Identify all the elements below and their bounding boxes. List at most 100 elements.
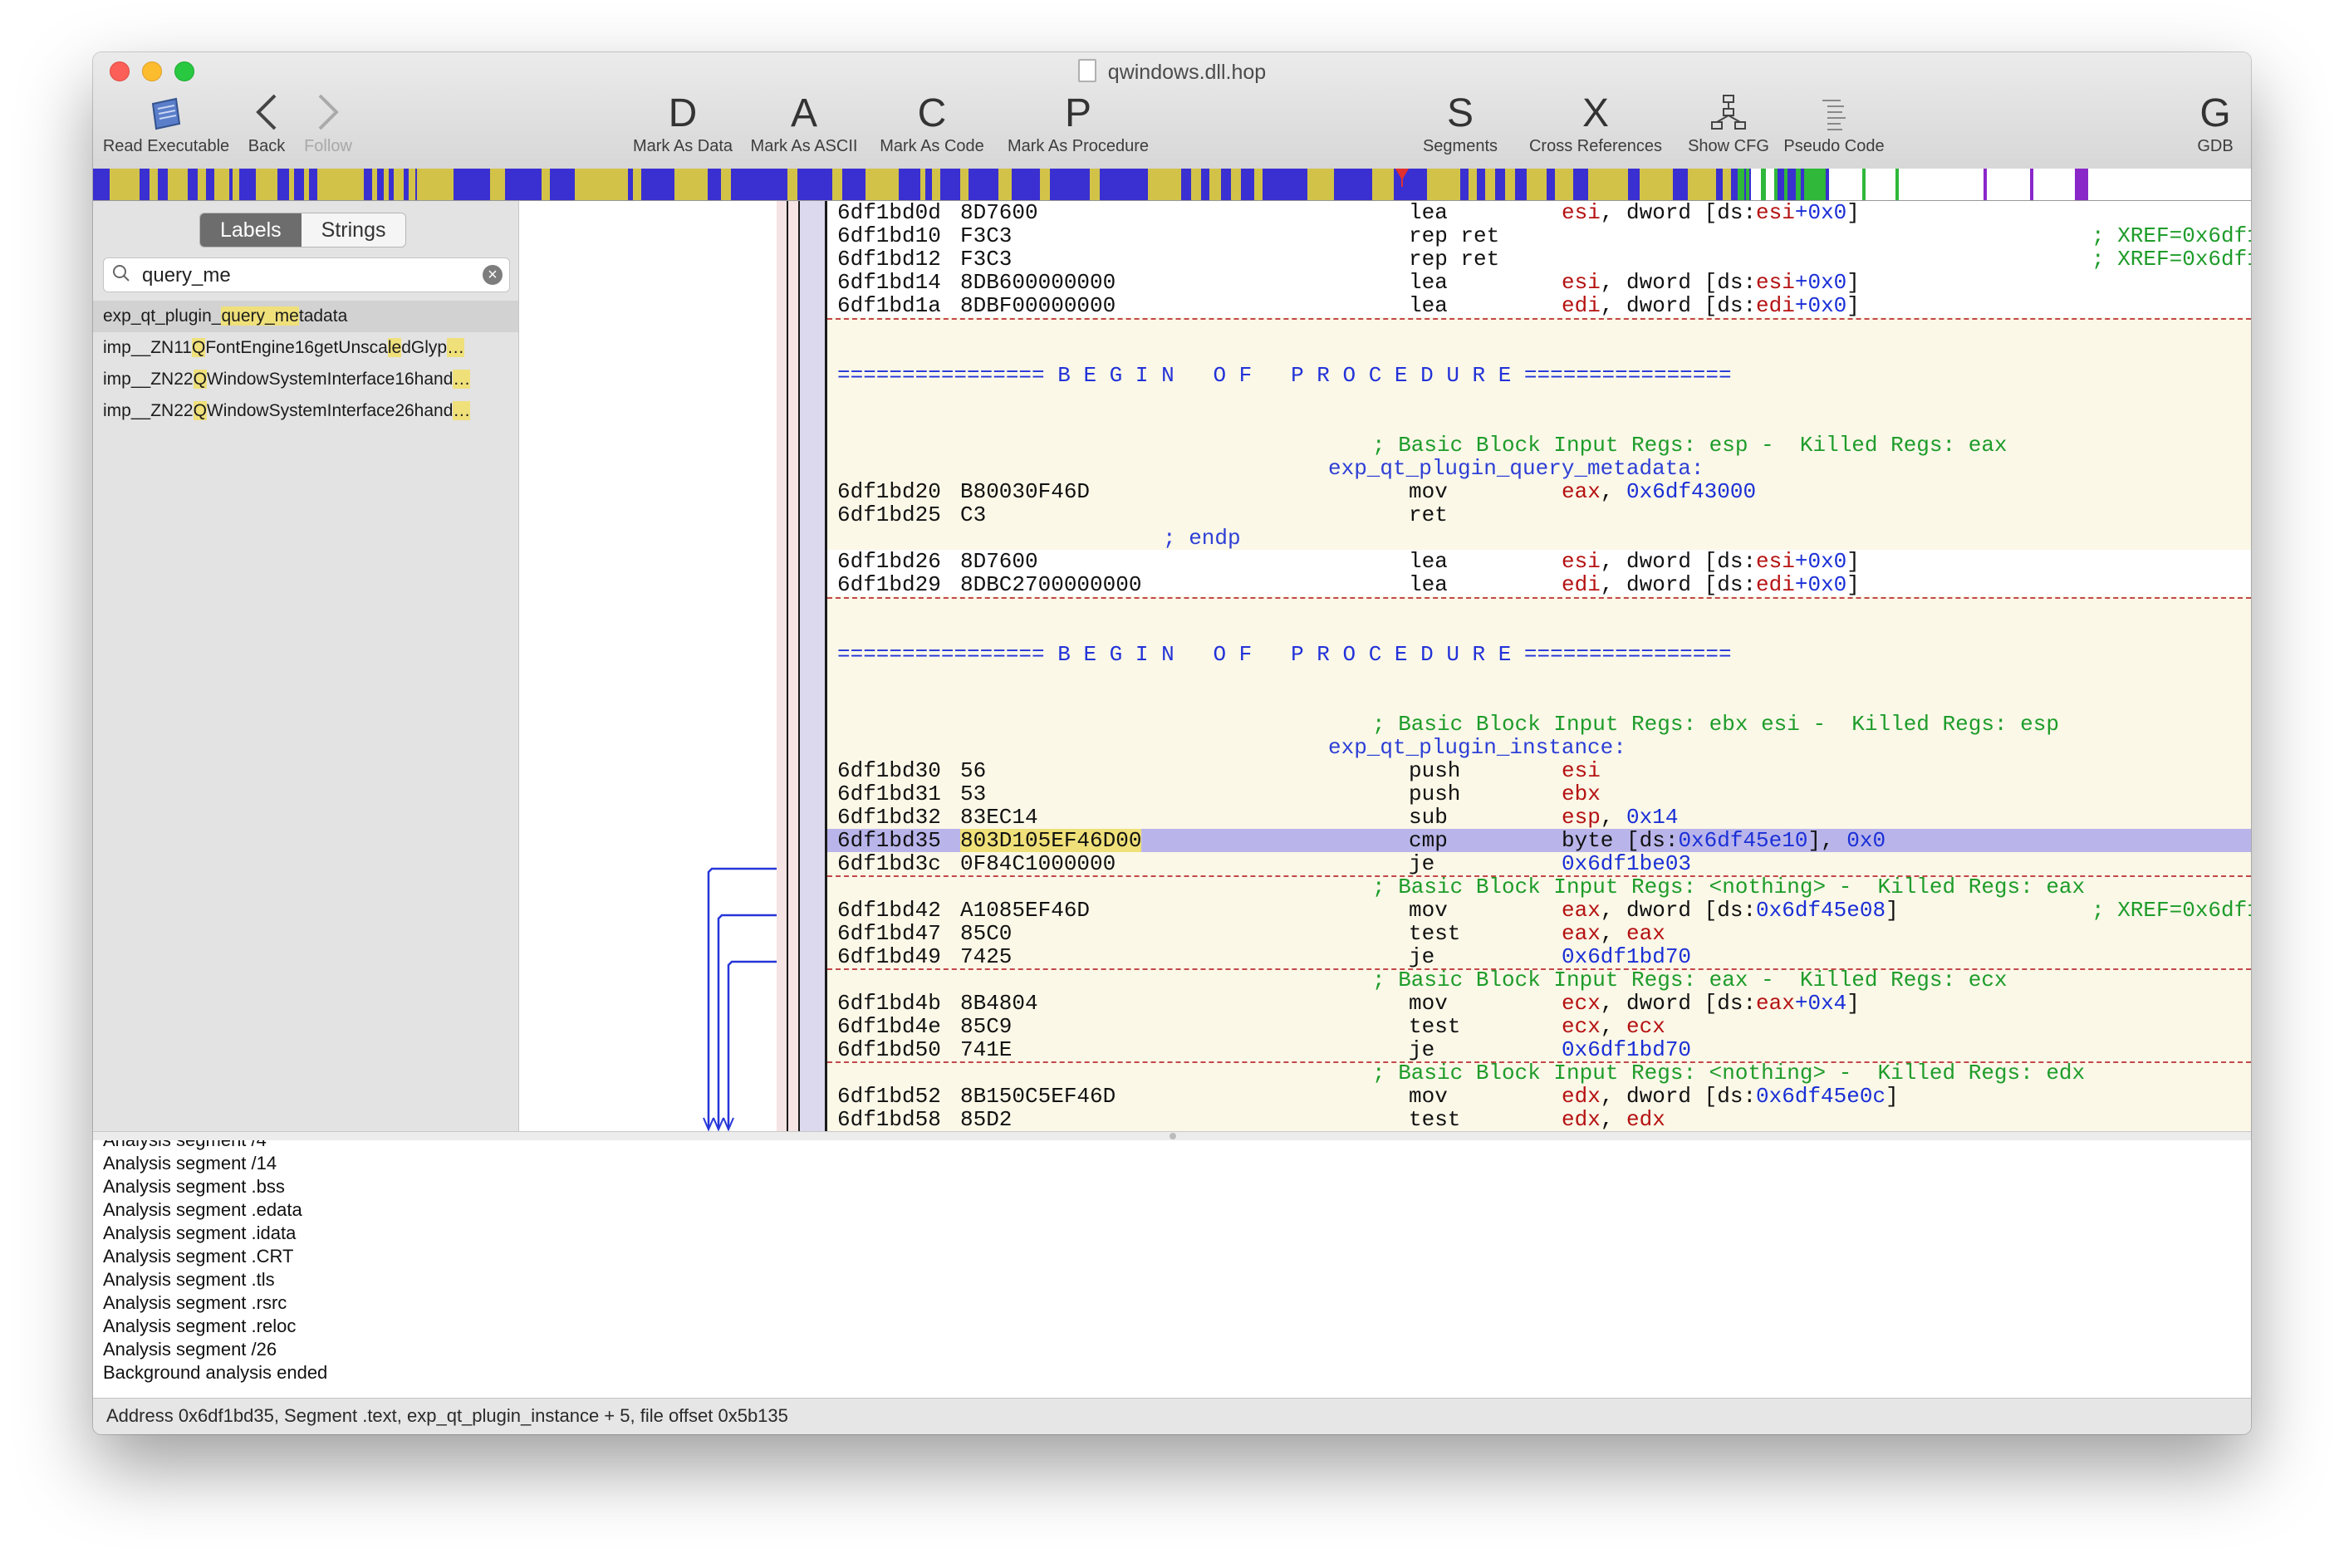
xref-comment[interactable]: ; XREF=0x6df1bcfb <box>2091 247 2251 271</box>
nav-segment-data[interactable] <box>317 169 364 200</box>
selected-code-line[interactable]: 6df1bd35 803D105EF46D00 cmp byte [ds:0x6… <box>827 829 2251 852</box>
code-line[interactable]: 6df1bd58 85D2 test edx, edx <box>827 1108 2251 1131</box>
nav-segment-data[interactable] <box>960 169 968 200</box>
nav-segment-unexplored[interactable] <box>1987 169 2030 200</box>
tab-labels[interactable]: Labels <box>200 213 302 247</box>
nav-segment-data[interactable] <box>1469 169 1477 200</box>
nav-segment-unexplored[interactable] <box>2033 169 2075 200</box>
code-line[interactable]: 6df1bd1a 8DBF00000000 lea edi, dword [ds… <box>827 294 2251 317</box>
nav-segment-ascii[interactable] <box>1804 169 1817 200</box>
nav-segment-data[interactable] <box>1505 169 1515 200</box>
code-line[interactable]: 6df1bd52 8B150C5EF46D mov edx, dword [ds… <box>827 1085 2251 1108</box>
code-line[interactable]: 6df1bd47 85C0 test eax, eax <box>827 922 2251 945</box>
label-list-item[interactable]: imp__ZN11QFontEngine16getUnscaledGlyp… <box>93 332 518 364</box>
nav-segment-data[interactable] <box>674 169 708 200</box>
nav-segment-data[interactable] <box>214 169 229 200</box>
clear-search-icon[interactable]: × <box>483 265 503 285</box>
nav-segment-procedure[interactable] <box>2075 169 2088 200</box>
splitter-handle-icon[interactable] <box>1170 1133 1176 1139</box>
pseudo-code-button[interactable]: Pseudo Code <box>1776 91 1892 162</box>
nav-segment-data[interactable] <box>1254 169 1263 200</box>
nav-segment-data[interactable] <box>1527 169 1547 200</box>
nav-segment-data[interactable] <box>417 169 454 200</box>
code-line[interactable]: 6df1bd30 56 push esi <box>827 759 2251 782</box>
nav-segment-ascii[interactable] <box>1784 169 1787 200</box>
nav-segment-data[interactable] <box>542 169 550 200</box>
segments-button[interactable]: S Segments <box>1410 91 1510 162</box>
code-line[interactable]: 6df1bd50 741E je 0x6df1bd70 <box>827 1038 2251 1061</box>
nav-segment-data[interactable] <box>787 169 797 200</box>
code-line[interactable]: 6df1bd32 83EC14 sub esp, 0x14 <box>827 806 2251 829</box>
code-line[interactable]: 6df1bd26 8D7600 lea esi, dword [ds:esi+0… <box>827 550 2251 573</box>
code-line[interactable]: 6df1bd4b 8B4804 mov ecx, dword [ds:eax+0… <box>827 992 2251 1015</box>
read-executable-button[interactable]: Read Executable <box>100 91 233 162</box>
nav-segment-data[interactable] <box>490 169 505 200</box>
nav-segment-ascii[interactable] <box>1738 169 1744 200</box>
code-line[interactable]: 6df1bd3c 0F84C1000000 je 0x6df1be03 <box>827 852 2251 875</box>
nav-segment-data[interactable] <box>1231 169 1241 200</box>
nav-segment-ascii[interactable] <box>1746 169 1749 200</box>
nav-segment-data[interactable] <box>1209 169 1221 200</box>
nav-segment-data[interactable] <box>1485 169 1495 200</box>
nav-segment-data[interactable] <box>110 169 140 200</box>
nav-segment-data[interactable] <box>1555 169 1573 200</box>
nav-segment-ascii[interactable] <box>1862 169 1866 200</box>
label-list-item[interactable]: imp__ZN22QWindowSystemInterface16hand… <box>93 364 518 395</box>
nav-segment-data[interactable] <box>1640 169 1673 200</box>
mark-as-procedure-button[interactable]: P Mark As Procedure <box>995 91 1161 162</box>
mark-as-data-button[interactable]: D Mark As Data <box>620 91 746 162</box>
code-line[interactable]: 6df1bd29 8DBC2700000000 lea edi, dword [… <box>827 573 2251 596</box>
nav-segment-data[interactable] <box>372 169 377 200</box>
nav-segment-data[interactable] <box>394 169 404 200</box>
nav-segment-unexplored[interactable] <box>1937 169 1984 200</box>
nav-segment-ascii[interactable] <box>1761 169 1766 200</box>
nav-segment-data[interactable] <box>304 169 309 200</box>
nav-segment-data[interactable] <box>289 169 294 200</box>
nav-segment-data[interactable] <box>1307 169 1334 200</box>
nav-segment-data[interactable] <box>384 169 389 200</box>
procedure-label[interactable]: exp_qt_plugin_instance: <box>1328 736 1626 759</box>
xref-comment[interactable]: ; XREF=0x6df1bcf2 <box>2091 224 2251 247</box>
nav-segment-data[interactable] <box>832 169 842 200</box>
code-line[interactable]: 6df1bd25 C3 ret <box>827 503 2251 527</box>
procedure-label-line[interactable]: exp_qt_plugin_query_metadata: <box>827 457 2251 480</box>
code-line[interactable]: 6df1bd42 A1085EF46D mov eax, dword [ds:0… <box>827 899 2251 922</box>
nav-segment-data[interactable] <box>1191 169 1201 200</box>
nav-segment-data[interactable] <box>1588 169 1628 200</box>
nav-segment-data[interactable] <box>1148 169 1181 200</box>
nav-segment-ascii[interactable] <box>1817 169 1826 200</box>
nav-segment-data[interactable] <box>575 169 628 200</box>
code-line[interactable]: 6df1bd20 B80030F46D mov eax, 0x6df43000 <box>827 480 2251 503</box>
nav-segment-data[interactable] <box>198 169 206 200</box>
cross-references-button[interactable]: X Cross References <box>1510 91 1681 162</box>
nav-segment-data[interactable] <box>1688 169 1716 200</box>
code-line[interactable]: 6df1bd4e 85C9 test ecx, ecx <box>827 1015 2251 1038</box>
nav-segment-data[interactable] <box>920 169 925 200</box>
nav-segment-unexplored[interactable] <box>2088 169 2251 200</box>
label-list-item[interactable]: imp__ZN22QWindowSystemInterface26hand… <box>93 395 518 427</box>
nav-segment-ascii[interactable] <box>1796 169 1801 200</box>
nav-segment-ascii[interactable] <box>1895 169 1899 200</box>
nav-segment-data[interactable] <box>168 169 188 200</box>
disassembly-view[interactable]: 6df1bd0d 8D7600 lea esi, dword [ds:esi+0… <box>827 201 2251 1131</box>
code-line[interactable]: 6df1bd12 F3C3 rep ret ; XREF=0x6df1bcfb <box>827 247 2251 271</box>
nav-segment-data[interactable] <box>1723 169 1731 200</box>
code-line[interactable]: 6df1bd31 53 push ebx <box>827 782 2251 806</box>
procedure-label[interactable]: exp_qt_plugin_query_metadata: <box>1328 457 1704 480</box>
nav-segment-data[interactable] <box>233 169 239 200</box>
nav-segment-data[interactable] <box>633 169 641 200</box>
code-line[interactable]: 6df1bd10 F3C3 rep ret ; XREF=0x6df1bcf2 <box>827 224 2251 247</box>
search-value[interactable]: query_me <box>142 264 231 287</box>
nav-segment-data[interactable] <box>409 169 415 200</box>
back-button[interactable]: Back <box>239 91 294 162</box>
mark-as-code-button[interactable]: C Mark As Code <box>870 91 993 162</box>
search-input[interactable]: query_me × <box>103 257 510 292</box>
mark-as-ascii-button[interactable]: A Mark As ASCII <box>743 91 866 162</box>
nav-segment-data[interactable] <box>932 169 940 200</box>
nav-segment-data[interactable] <box>1040 169 1050 200</box>
nav-segment-data[interactable] <box>866 169 899 200</box>
segment-navigation-bar[interactable] <box>93 169 2251 201</box>
follow-button[interactable]: Follow <box>299 91 357 162</box>
code-line[interactable]: 6df1bd0d 8D7600 lea esi, dword [ds:esi+0… <box>827 201 2251 224</box>
nav-segment-data[interactable] <box>150 169 158 200</box>
